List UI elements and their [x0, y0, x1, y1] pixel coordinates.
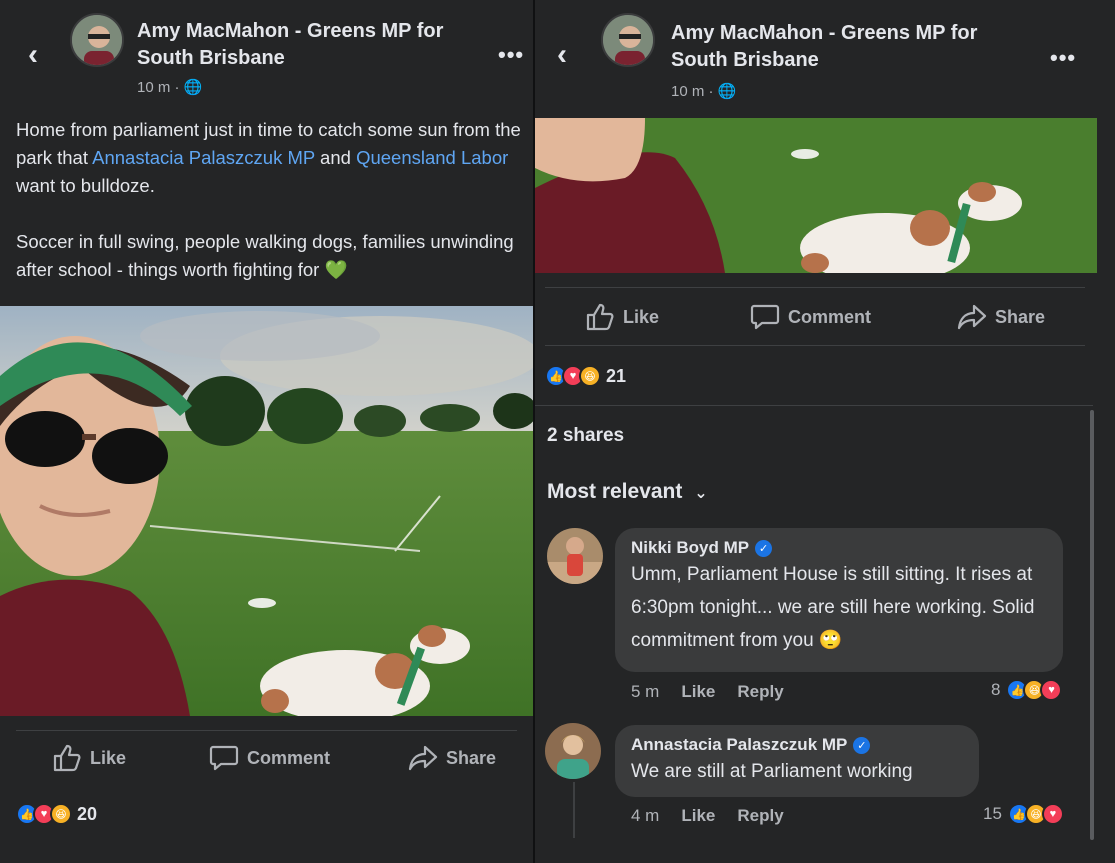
- globe-icon: · 🌐: [708, 83, 737, 100]
- share-button[interactable]: Share: [957, 303, 1045, 331]
- comment-text: We are still at Parliament working: [631, 761, 913, 782]
- scrollbar[interactable]: [1090, 410, 1094, 840]
- divider: [545, 287, 1085, 288]
- verified-badge-icon: ✓: [853, 736, 871, 754]
- post-meta: 10 m · 🌐: [671, 82, 736, 100]
- divider: [545, 345, 1085, 346]
- more-icon[interactable]: •••: [1050, 45, 1076, 71]
- sort-label: Most relevant: [547, 480, 683, 503]
- like-label: Like: [623, 306, 660, 327]
- love-reaction-icon: ♥: [1041, 803, 1064, 825]
- reaction-count: 21: [606, 365, 627, 386]
- back-arrow-icon[interactable]: ‹: [557, 40, 567, 70]
- comment-author-name: Nikki Boyd MP: [631, 538, 750, 557]
- back-arrow-icon[interactable]: ‹: [28, 40, 38, 70]
- comment-like-button[interactable]: Like: [681, 806, 715, 826]
- comment-reply-button[interactable]: Reply: [737, 806, 783, 826]
- thumbs-up-icon: [53, 744, 81, 772]
- share-button[interactable]: Share: [408, 744, 496, 772]
- author-avatar[interactable]: [70, 13, 124, 67]
- post-text-part: want to bulldoze.: [16, 175, 155, 196]
- post-header: ‹ Amy MacMahon - Greens MP for South Bri…: [535, 0, 1115, 110]
- comment-meta: 4 m Like Reply: [631, 806, 784, 826]
- comment-like-button[interactable]: Like: [681, 682, 715, 702]
- comment-reaction-count: 8: [991, 680, 1001, 699]
- tag-annastacia[interactable]: Annastacia Palaszczuk MP: [92, 147, 315, 168]
- reaction-summary[interactable]: 👍 ♥ 😆 21: [545, 365, 626, 387]
- like-button[interactable]: Like: [585, 303, 659, 331]
- post-time: 10 m: [671, 83, 705, 100]
- comment-button[interactable]: Comment: [750, 303, 871, 331]
- share-arrow-icon: [408, 745, 438, 771]
- comment-time: 4 m: [631, 806, 660, 825]
- right-post-panel: ‹ Amy MacMahon - Greens MP for South Bri…: [533, 0, 1115, 863]
- post-actions: Like Comment Share: [535, 292, 1115, 342]
- like-label: Like: [90, 747, 127, 768]
- comment-bubble-icon: [750, 304, 780, 330]
- comment-reactions[interactable]: 15 👍 😆 ♥: [983, 803, 1064, 825]
- comment-author-name: Annastacia Palaszczuk MP: [631, 735, 848, 754]
- comment-label: Comment: [247, 747, 331, 768]
- comment-bubble-icon: [209, 745, 239, 771]
- post-actions: Like Comment Share: [0, 733, 533, 783]
- more-icon[interactable]: •••: [498, 42, 524, 68]
- divider: [535, 405, 1093, 406]
- post-photo[interactable]: [535, 118, 1097, 273]
- author-name[interactable]: Amy MacMahon - Greens MP for South Brisb…: [137, 18, 477, 72]
- share-label: Share: [995, 306, 1046, 327]
- comment-author[interactable]: Annastacia Palaszczuk MP ✓: [631, 735, 963, 755]
- post-text-part: and: [314, 147, 357, 168]
- comment-reactions[interactable]: 8 👍 😆 ♥: [991, 679, 1063, 701]
- chevron-down-icon: ⌄: [694, 485, 708, 502]
- comment-meta: 5 m Like Reply: [631, 682, 784, 702]
- green-heart-emoji: 💚: [324, 259, 348, 280]
- tag-qld-labor[interactable]: Queensland Labor: [356, 147, 508, 168]
- author-avatar[interactable]: [601, 13, 655, 67]
- comment-bubble[interactable]: Annastacia Palaszczuk MP ✓ We are still …: [615, 725, 979, 797]
- author-name[interactable]: Amy MacMahon - Greens MP for South Brisb…: [671, 20, 1031, 74]
- post-meta: 10 m · 🌐: [137, 78, 202, 96]
- haha-reaction-icon: 😆: [50, 803, 72, 825]
- comment-bubble[interactable]: Nikki Boyd MP ✓ Umm, Parliament House is…: [615, 528, 1063, 672]
- shares-count[interactable]: 2 shares: [547, 425, 624, 447]
- comment-reply-button[interactable]: Reply: [737, 682, 783, 702]
- globe-icon: · 🌐: [174, 79, 203, 96]
- post-time: 10 m: [137, 79, 171, 96]
- thread-line: [573, 782, 575, 838]
- comment-reaction-count: 15: [983, 804, 1002, 823]
- divider: [16, 730, 517, 731]
- post-photo[interactable]: [0, 306, 533, 716]
- comment-author[interactable]: Nikki Boyd MP ✓: [631, 538, 1047, 558]
- post-paragraph-2: Soccer in full swing, people walking dog…: [16, 231, 514, 280]
- reaction-summary[interactable]: 👍 ♥ 😆 20: [16, 803, 97, 825]
- comment-time: 5 m: [631, 682, 660, 701]
- post-text: Home from parliament just in time to cat…: [16, 116, 528, 312]
- thumbs-up-icon: [586, 303, 614, 331]
- haha-reaction-icon: 😆: [579, 365, 601, 387]
- share-arrow-icon: [957, 304, 987, 330]
- comment-button[interactable]: Comment: [209, 744, 330, 772]
- share-label: Share: [446, 747, 497, 768]
- comment-text: Umm, Parliament House is still sitting. …: [631, 564, 1035, 651]
- reaction-count: 20: [77, 803, 98, 824]
- commenter-avatar[interactable]: [545, 723, 601, 779]
- comment-sort-dropdown[interactable]: Most relevant ⌄: [547, 480, 708, 504]
- verified-badge-icon: ✓: [755, 539, 773, 557]
- post-header: ‹ Amy MacMahon - Greens MP for South Bri…: [0, 0, 533, 110]
- like-button[interactable]: Like: [52, 744, 126, 772]
- love-reaction-icon: ♥: [1040, 679, 1063, 701]
- commenter-avatar[interactable]: [547, 528, 603, 584]
- comment-label: Comment: [788, 306, 872, 327]
- left-post-panel: ‹ Amy MacMahon - Greens MP for South Bri…: [0, 0, 533, 863]
